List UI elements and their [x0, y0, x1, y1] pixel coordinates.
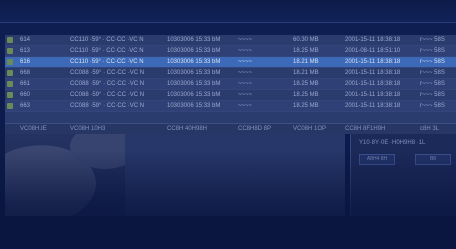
row-size: 18.25 MB [293, 48, 319, 54]
row-modified: 2001-15-11 18:38:18 [345, 81, 401, 87]
table-row[interactable]: 660 CC088 ·59° · CC·CC ·VC N 10303006 15… [5, 90, 456, 101]
row-id: 668 [20, 70, 31, 76]
table-row[interactable]: 661 CC088 ·59° · CC·CC ·VC N 10303006 15… [5, 79, 456, 90]
table-row[interactable]: 663 CC088 ·59° · CC·CC ·VC N 10303006 15… [5, 101, 456, 112]
table-row[interactable]: 613 CC110 ·59° · CC·CC ·VC N 10303006 15… [5, 46, 456, 57]
row-type: ~~~~ [238, 70, 253, 76]
row-extra: r~~~ 58S [420, 103, 445, 109]
table-row-selected[interactable]: 616 CC110 ·59° · CC·CC ·VC N 10303006 15… [5, 57, 456, 68]
row-type: ~~~~ [238, 59, 253, 65]
row-type: ~~~~ [238, 48, 253, 54]
row-modified: 2001-15-11 18:38:18 [345, 59, 401, 65]
row-location: CC088 ·59° · CC·CC ·VC N [70, 103, 145, 109]
column-header[interactable]: VC08H 10H3 [70, 124, 162, 134]
row-extra: r~~~ 58S [420, 81, 445, 87]
row-id: 613 [20, 48, 31, 54]
map-ocean [125, 134, 345, 216]
row-type: ~~~~ [238, 37, 253, 43]
column-header[interactable]: CC8H 8F1H9H [345, 124, 417, 134]
row-modified: 2001-15-11 18:38:18 [345, 103, 401, 109]
row-location: CC088 ·59° · CC·CC ·VC N [70, 81, 145, 87]
table-row[interactable]: 668 CC088 ·59° · CC·CC ·VC N 10303006 15… [5, 68, 456, 79]
row-location: CC110 ·59° · CC·CC ·VC N [70, 59, 144, 65]
app-window: 614 CC110 ·59° · CC·CC ·VC N 10303006 15… [0, 0, 456, 249]
row-modified: 2001-15-11 18:38:18 [345, 37, 401, 43]
panel-button[interactable]: A8H4 8H [359, 154, 395, 165]
row-extra: r~~~ 58S [420, 92, 445, 98]
row-date: 10303006 15:33 bM [167, 103, 221, 109]
file-icon [7, 101, 15, 113]
row-id: 660 [20, 92, 31, 98]
map-view[interactable] [5, 134, 345, 216]
row-date: 10303006 15:33 bM [167, 92, 221, 98]
row-modified: 2001-08-11 18:51:10 [345, 48, 401, 54]
row-extra: r~~~ 58S [420, 70, 445, 76]
row-size: 18.21 MB [293, 59, 319, 65]
row-size: 18.25 MB [293, 81, 319, 87]
panel-title: Y10·8Y·0E ·H0H9H8 ·1L [359, 140, 426, 146]
row-id: 616 [20, 59, 31, 65]
row-location: CC110 ·59° · CC·CC ·VC N [70, 37, 144, 43]
row-modified: 2001-15-11 18:38:18 [345, 92, 401, 98]
results-table: 614 CC110 ·59° · CC·CC ·VC N 10303006 15… [5, 35, 456, 133]
row-id: 614 [20, 37, 31, 43]
row-date: 10303006 15:33 bM [167, 81, 221, 87]
table-header: VC08H.IE VC08H 10H3 CC8H 40H98H CC8H8D 8… [5, 123, 456, 134]
row-type: ~~~~ [238, 92, 253, 98]
row-extra: r~~~ 58S [420, 59, 445, 65]
row-id: 663 [20, 103, 31, 109]
row-date: 10303006 15:33 bM [167, 48, 221, 54]
window-top-bar [0, 0, 456, 23]
row-date: 10303006 15:33 bM [167, 37, 221, 43]
table-row[interactable]: 614 CC110 ·59° · CC·CC ·VC N 10303006 15… [5, 35, 456, 46]
row-modified: 2001-15-11 18:38:18 [345, 70, 401, 76]
row-extra: r~~~ 58S [420, 48, 445, 54]
column-header[interactable]: VC08H.IE [20, 124, 60, 134]
row-type: ~~~~ [238, 81, 253, 87]
row-location: CC110 ·59° · CC·CC ·VC N [70, 48, 144, 54]
column-header[interactable]: c8H 3L [420, 124, 456, 134]
column-header[interactable]: CC8H 40H98H [167, 124, 227, 134]
row-date: 10303006 15:33 bM [167, 70, 221, 76]
row-date: 10303006 15:33 bM [167, 59, 221, 65]
row-type: ~~~~ [238, 103, 253, 109]
row-location: CC088 ·59° · CC·CC ·VC N [70, 92, 145, 98]
row-size: 60.30 MB [293, 37, 319, 43]
details-panel: Y10·8Y·0E ·H0H9H8 ·1L A8H4 8H B8 [350, 134, 456, 216]
row-size: 18.25 MB [293, 92, 319, 98]
column-header[interactable]: VC08H 1OP [293, 124, 341, 134]
row-id: 661 [20, 81, 31, 87]
row-size: 18.25 MB [293, 103, 319, 109]
row-location: CC088 ·59° · CC·CC ·VC N [70, 70, 145, 76]
row-size: 18.21 MB [293, 70, 319, 76]
row-extra: r~~~ 58S [420, 37, 445, 43]
column-header[interactable]: CC8H8D 8P [238, 124, 293, 134]
panel-button[interactable]: B8 [415, 154, 451, 165]
